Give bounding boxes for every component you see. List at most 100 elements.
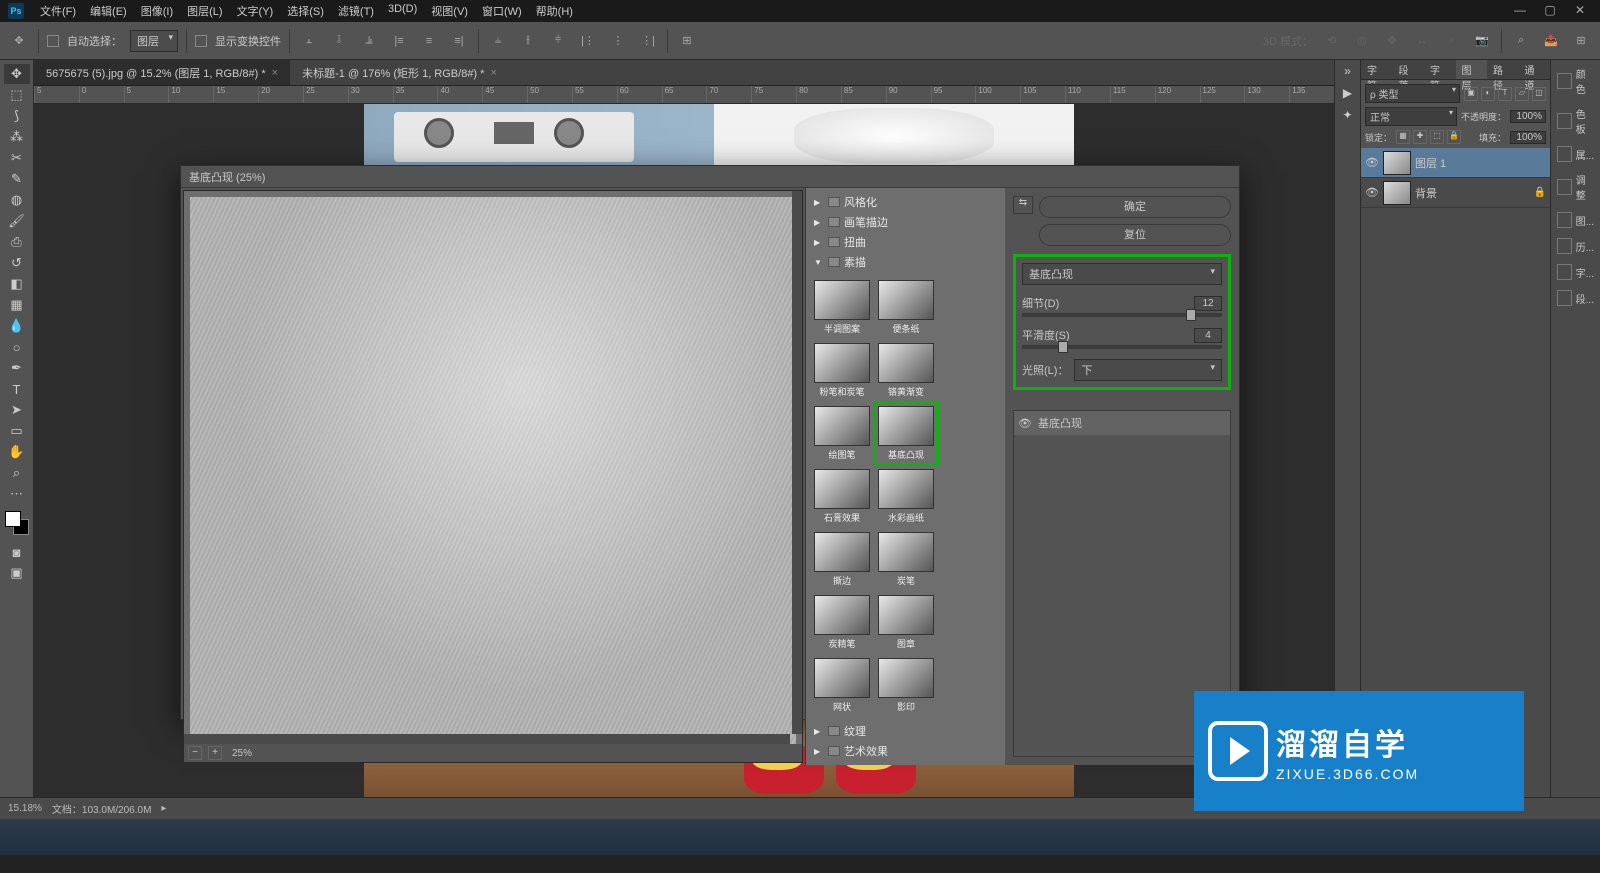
screen-mode[interactable]: ▣ [4, 563, 30, 583]
filter-thumbnail[interactable]: 炭笔 [876, 530, 936, 589]
edit-toolbar[interactable]: ⋯ [4, 484, 30, 504]
align-hcenter-icon[interactable]: ≡ [418, 30, 440, 52]
type-tool[interactable]: T [4, 379, 30, 399]
menu-item[interactable]: 文字(Y) [231, 1, 280, 21]
share-icon[interactable]: 📤 [1540, 30, 1562, 52]
panel-tab[interactable]: 通道 [1519, 60, 1551, 79]
menu-item[interactable]: 3D(D) [382, 1, 423, 21]
clone-tool[interactable]: ⎙ [4, 232, 30, 252]
menu-item[interactable]: 文件(F) [34, 1, 82, 21]
panel-tab[interactable]: 字符 [1361, 60, 1393, 79]
visibility-icon[interactable]: 👁 [1365, 156, 1379, 169]
filter-thumbnail[interactable]: 影印 [876, 656, 936, 715]
preview-zoom-value[interactable]: 25% [232, 748, 252, 759]
collapsed-panel[interactable]: 字... [1555, 262, 1596, 282]
panel-tab[interactable]: 段落 [1393, 60, 1425, 79]
distribute-bottom-icon[interactable]: ⫩ [547, 30, 569, 52]
auto-select-checkbox[interactable] [47, 35, 59, 47]
panel-tab[interactable]: 图层 [1456, 60, 1488, 79]
filter-thumbnail[interactable]: 便条纸 [876, 278, 936, 337]
spot-heal-tool[interactable]: ◍ [4, 190, 30, 210]
brush-tool[interactable]: 🖌 [4, 211, 30, 231]
applied-filter-item[interactable]: 👁 基底凸现 [1014, 411, 1230, 435]
move-tool[interactable]: ✥ [4, 64, 30, 84]
visibility-icon[interactable]: 👁 [1365, 186, 1379, 199]
gradient-tool[interactable]: ▦ [4, 295, 30, 315]
visibility-icon[interactable]: 👁 [1018, 417, 1032, 430]
preview-vscroll[interactable] [792, 191, 802, 734]
detail-slider[interactable] [1022, 313, 1222, 317]
pen-tool[interactable]: ✒ [4, 358, 30, 378]
expand-panels-icon[interactable]: » [1339, 64, 1357, 82]
filter-thumbnail[interactable]: 水彩画纸 [876, 467, 936, 526]
eyedropper-tool[interactable]: ✎ [4, 169, 30, 189]
layer-row[interactable]: 👁背景🔒 [1361, 178, 1550, 208]
blend-mode-dropdown[interactable]: 正常 [1365, 107, 1457, 126]
collapsed-panel[interactable]: 历... [1555, 236, 1596, 256]
search-icon[interactable]: ⌕ [1510, 30, 1532, 52]
filter-preview[interactable]: − + 25% [183, 190, 803, 763]
zoom-tool[interactable]: ⌕ [4, 463, 30, 483]
filter-thumbnail[interactable]: 石膏效果 [812, 467, 872, 526]
lock-position-icon[interactable]: ✚ [1413, 130, 1427, 144]
eraser-tool[interactable]: ◧ [4, 274, 30, 294]
filter-thumbnail[interactable]: 铬黄渐变 [876, 341, 936, 400]
distribute-right-icon[interactable]: ⋮| [637, 30, 659, 52]
menu-item[interactable]: 编辑(E) [84, 1, 133, 21]
menu-item[interactable]: 选择(S) [281, 1, 330, 21]
filter-category[interactable]: ▶画笔描边 [810, 212, 1001, 232]
document-tab[interactable]: 未标题-1 @ 176% (矩形 1, RGB/8#) * × [290, 60, 509, 85]
filter-thumbnail[interactable]: 粉笔和炭笔 [812, 341, 872, 400]
quick-mask[interactable]: ◙ [4, 542, 30, 562]
menu-item[interactable]: 帮助(H) [530, 1, 579, 21]
history-brush-tool[interactable]: ↺ [4, 253, 30, 273]
dodge-tool[interactable]: ○ [4, 337, 30, 357]
layer-kind-filter[interactable]: ρ 类型 [1365, 84, 1460, 103]
window-close[interactable]: ✕ [1568, 3, 1592, 19]
filter-shape-icon[interactable]: ▱ [1515, 87, 1529, 101]
filter-thumbnail[interactable]: 炭精笔 [812, 593, 872, 652]
zoom-out-button[interactable]: − [188, 746, 202, 760]
reset-button[interactable]: 复位 [1039, 224, 1231, 246]
align-right-icon[interactable]: ≡| [448, 30, 470, 52]
distribute-vcenter-icon[interactable]: ⫲ [517, 30, 539, 52]
menu-item[interactable]: 图层(L) [181, 1, 228, 21]
os-taskbar[interactable] [0, 819, 1600, 873]
collapsed-panel[interactable]: 颜色 [1555, 64, 1596, 98]
filter-smart-icon[interactable]: ◫ [1532, 87, 1546, 101]
auto-select-dropdown[interactable]: 图层 [130, 30, 178, 52]
panel-tab[interactable]: 字符 [1424, 60, 1456, 79]
align-top-icon[interactable]: ⫠ [298, 30, 320, 52]
marquee-tool[interactable]: ⬚ [4, 85, 30, 105]
hand-tool[interactable]: ✋ [4, 442, 30, 462]
menu-item[interactable]: 视图(V) [425, 1, 474, 21]
auto-align-icon[interactable]: ⊞ [676, 30, 698, 52]
collapsed-panel[interactable]: 图... [1555, 210, 1596, 230]
close-tab-icon[interactable]: × [490, 67, 496, 79]
lock-all-icon[interactable]: 🔒 [1447, 130, 1461, 144]
path-select-tool[interactable]: ➤ [4, 400, 30, 420]
document-tab[interactable]: 5675675 (5).jpg @ 15.2% (图层 1, RGB/8#) *… [34, 60, 290, 85]
light-icon[interactable]: ✦ [1339, 108, 1357, 126]
lock-pixels-icon[interactable]: ▦ [1396, 130, 1410, 144]
zoom-level[interactable]: 15.18% [8, 803, 42, 814]
align-left-icon[interactable]: |≡ [388, 30, 410, 52]
rectangle-tool[interactable]: ▭ [4, 421, 30, 441]
preview-hscroll[interactable] [184, 734, 790, 744]
filter-type-icon[interactable]: T [1498, 87, 1512, 101]
collapsed-panel[interactable]: 色板 [1555, 104, 1596, 138]
collapsed-panel[interactable]: 段... [1555, 288, 1596, 308]
show-transform-checkbox[interactable] [195, 35, 207, 47]
menu-item[interactable]: 窗口(W) [476, 1, 528, 21]
distribute-left-icon[interactable]: |⋮ [577, 30, 599, 52]
filter-adjust-icon[interactable]: ◐ [1481, 87, 1495, 101]
filter-category[interactable]: ▶艺术效果 [810, 741, 1001, 761]
layer-row[interactable]: 👁图层 1 [1361, 148, 1550, 178]
quick-select-tool[interactable]: ⁂ [4, 127, 30, 147]
filter-thumbnail[interactable]: 绘图笔 [812, 404, 872, 463]
close-tab-icon[interactable]: × [272, 67, 278, 79]
window-minimize[interactable]: — [1508, 3, 1532, 19]
blur-tool[interactable]: 💧 [4, 316, 30, 336]
filter-thumbnail[interactable]: 图章 [876, 593, 936, 652]
crop-tool[interactable]: ✂ [4, 148, 30, 168]
